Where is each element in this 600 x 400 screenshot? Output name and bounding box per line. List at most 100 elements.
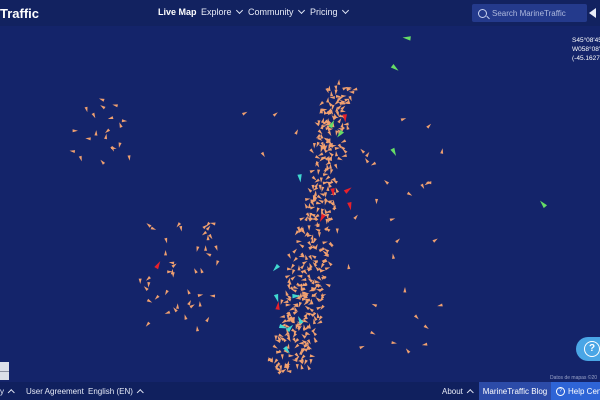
vessel-marker-icon[interactable] [186, 288, 191, 295]
vessel-marker-icon[interactable] [302, 260, 308, 265]
vessel-marker-icon[interactable] [296, 274, 303, 278]
vessel-marker-icon[interactable] [193, 267, 198, 274]
vessel-marker-icon[interactable] [311, 327, 317, 333]
vessel-marker-icon[interactable] [78, 155, 83, 162]
vessel-marker-icon[interactable] [303, 202, 309, 209]
vessel-marker-icon[interactable] [121, 119, 128, 123]
vessel-marker-icon[interactable] [288, 354, 294, 358]
vessel-marker-icon[interactable] [199, 267, 204, 274]
vessel-marker-icon[interactable] [309, 205, 316, 210]
vessel-marker-icon[interactable] [279, 299, 284, 305]
vessel-marker-icon[interactable] [313, 190, 317, 196]
vessel-marker-icon[interactable] [313, 336, 318, 343]
search-input[interactable] [492, 8, 587, 18]
vessel-marker-icon[interactable] [327, 260, 333, 267]
vessel-marker-icon[interactable] [391, 341, 397, 345]
vessel-marker-icon[interactable] [314, 296, 321, 302]
vessel-marker-icon[interactable] [329, 168, 334, 175]
vessel-marker-icon[interactable] [294, 129, 299, 135]
vessel-marker-icon[interactable] [309, 359, 313, 365]
vessel-marker-icon[interactable] [365, 151, 370, 158]
vessel-marker-icon[interactable] [72, 129, 78, 133]
vessel-marker-icon[interactable] [69, 149, 76, 154]
vessel-marker-icon[interactable] [241, 110, 248, 116]
vessel-marker-icon[interactable] [107, 116, 114, 120]
vessel-marker-icon[interactable] [319, 146, 324, 153]
vessel-marker-icon[interactable] [295, 364, 299, 370]
vessel-marker-icon[interactable] [285, 369, 292, 374]
vessel-marker-icon[interactable] [421, 342, 428, 347]
vessel-marker-icon[interactable] [284, 274, 291, 279]
vessel-marker-icon[interactable] [287, 284, 291, 290]
vessel-marker-icon[interactable] [383, 179, 390, 185]
vessel-marker-icon[interactable] [333, 163, 339, 170]
vessel-marker-icon[interactable] [343, 122, 349, 126]
vessel-marker-icon[interactable] [282, 300, 289, 304]
vessel-marker-icon[interactable] [370, 330, 376, 336]
vessel-marker-icon[interactable] [168, 261, 175, 265]
vessel-marker-icon[interactable] [296, 240, 302, 244]
vessel-marker-icon[interactable] [272, 111, 279, 117]
vessel-marker-icon[interactable] [209, 221, 216, 226]
vessel-marker-icon[interactable] [183, 314, 188, 320]
vessel-marker-icon[interactable] [164, 310, 171, 316]
vessel-marker-icon[interactable] [198, 301, 202, 307]
vessel-marker-icon[interactable] [309, 148, 315, 154]
vessel-marker-icon[interactable] [371, 302, 378, 308]
nav-live-map[interactable]: Live Map [158, 7, 197, 17]
vessel-marker-icon[interactable] [304, 304, 310, 311]
vessel-marker-icon[interactable] [300, 277, 307, 282]
help-floating-button[interactable]: ? [576, 337, 600, 361]
vessel-marker-icon[interactable] [314, 227, 321, 233]
vessel-marker-icon[interactable] [287, 253, 292, 259]
zoom-control[interactable] [0, 362, 9, 380]
vessel-marker-icon[interactable] [280, 354, 284, 360]
vessel-marker-icon[interactable] [292, 256, 298, 263]
nav-community[interactable]: Community [248, 6, 305, 17]
vessel-marker-icon[interactable] [145, 275, 151, 282]
vessel-marker-icon[interactable] [127, 155, 132, 161]
vessel-marker-icon[interactable] [413, 314, 420, 320]
vessel-marker-icon[interactable] [98, 97, 105, 102]
vessel-marker-icon[interactable] [395, 237, 401, 244]
vessel-marker-icon[interactable] [299, 292, 303, 298]
vessel-marker-icon[interactable] [351, 87, 358, 92]
vessel-marker-icon[interactable] [150, 226, 157, 232]
vessel-marker-icon[interactable] [276, 350, 282, 354]
vessel-marker-icon[interactable] [260, 151, 266, 158]
vessel-marker-icon[interactable] [195, 325, 200, 332]
vessel-marker-icon[interactable] [324, 266, 331, 271]
vessel-marker-icon[interactable] [298, 243, 305, 249]
vessel-marker-icon[interactable] [306, 187, 313, 193]
vessel-marker-icon[interactable] [320, 293, 327, 298]
vessel-marker-icon[interactable] [326, 97, 330, 103]
vessel-marker-icon[interactable] [303, 359, 308, 366]
vessel-marker-icon[interactable] [298, 341, 304, 345]
passenger-vessel-icon[interactable] [273, 293, 280, 303]
vessel-marker-icon[interactable] [112, 103, 118, 108]
vessel-marker-icon[interactable] [189, 303, 195, 309]
vessel-marker-icon[interactable] [328, 151, 334, 157]
vessel-marker-icon[interactable] [316, 312, 320, 319]
vessel-marker-icon[interactable] [293, 343, 300, 350]
vessel-marker-icon[interactable] [389, 217, 396, 222]
vessel-marker-icon[interactable] [104, 128, 111, 135]
vessel-marker-icon[interactable] [147, 282, 151, 288]
vessel-marker-icon[interactable] [299, 363, 304, 370]
vessel-marker-icon[interactable] [312, 143, 316, 149]
vessel-marker-icon[interactable] [324, 175, 331, 181]
vessel-marker-icon[interactable] [330, 90, 334, 97]
vessel-marker-icon[interactable] [118, 122, 123, 128]
fishing-vessel-icon[interactable] [402, 35, 411, 41]
vessel-marker-icon[interactable] [319, 192, 326, 197]
vessel-layer[interactable] [0, 26, 600, 382]
vessel-marker-icon[interactable] [145, 222, 152, 228]
tanker-vessel-icon[interactable] [342, 114, 348, 123]
vessel-marker-icon[interactable] [318, 100, 325, 107]
vessel-marker-icon[interactable] [420, 183, 425, 190]
vessel-marker-icon[interactable] [319, 262, 325, 269]
vessel-marker-icon[interactable] [359, 344, 365, 350]
vessel-marker-icon[interactable] [426, 123, 432, 129]
vessel-marker-icon[interactable] [314, 280, 321, 284]
vessel-marker-icon[interactable] [334, 187, 340, 193]
